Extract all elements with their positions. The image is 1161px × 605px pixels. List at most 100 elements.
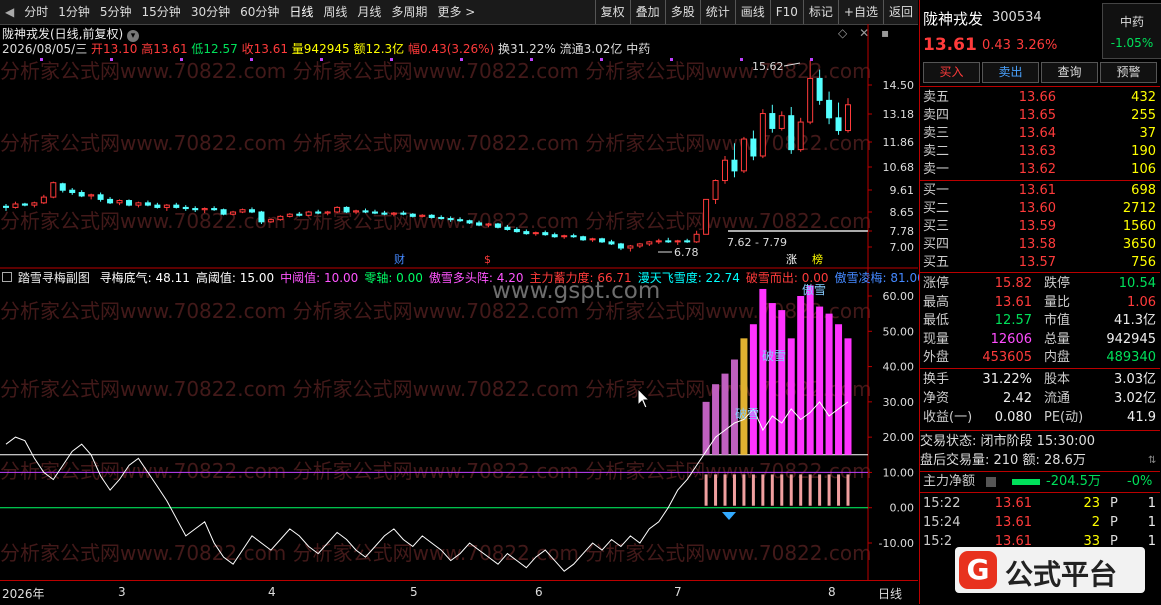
expand-icon[interactable]: ⇅ xyxy=(1148,455,1156,466)
candle-body xyxy=(353,210,360,213)
stat-row[interactable]: 换手 31.22% 股本 3.03亿 xyxy=(920,371,1160,389)
bid-row[interactable]: 买一 13.61 698 xyxy=(920,182,1160,200)
period-label[interactable]: 日线 xyxy=(878,585,902,602)
period-multi[interactable]: 多周期 xyxy=(386,0,432,24)
period-1min[interactable]: 1分钟 xyxy=(53,0,95,24)
indicator-item: 高阈值: 15.00 xyxy=(195,271,275,285)
indicator-name[interactable]: 踏雪寻梅副图 xyxy=(18,271,90,285)
x-axis: 2026年 3 4 5 6 7 8 日线 xyxy=(0,580,918,605)
kline-chart[interactable]: 分析家公式网www.70822.com 分析家公式网www.70822.com … xyxy=(0,24,918,580)
indicator-y-tick: 30.00 xyxy=(883,396,915,409)
candle-body xyxy=(267,219,274,223)
candle-body xyxy=(476,222,483,226)
ask-volume: 255 xyxy=(1131,108,1156,123)
bid-row[interactable]: 买五 13.57 756 xyxy=(920,254,1160,272)
tick-type: P xyxy=(1110,496,1118,511)
candle-body xyxy=(135,202,142,206)
x-label-7: 7 xyxy=(674,585,682,599)
signal-dot xyxy=(740,58,743,61)
period-more[interactable]: 更多 > xyxy=(432,0,480,24)
period-60min[interactable]: 60分钟 xyxy=(235,0,284,24)
watermark-text: 分析家公式网www.70822.com 分析家公式网www.70822.com … xyxy=(0,459,872,483)
tool-f10[interactable]: F10 xyxy=(769,0,803,24)
tick-row[interactable]: 15:22 13.61 23 P 1 xyxy=(920,495,1160,513)
stat-row[interactable]: 现量 12606 总量 942945 xyxy=(920,331,1160,349)
main-y-tick: 9.61 xyxy=(890,184,915,197)
bid-row[interactable]: 买二 13.60 2712 xyxy=(920,200,1160,218)
tool-mark[interactable]: 标记 xyxy=(802,0,838,24)
ask-volume: 432 xyxy=(1131,90,1156,105)
stat-row[interactable]: 外盘 453605 内盘 489340 xyxy=(920,349,1160,367)
candle-body xyxy=(485,223,492,226)
period-daily[interactable]: 日线 xyxy=(284,0,318,24)
stat-row[interactable]: 净资 2.42 流通 3.02亿 xyxy=(920,390,1160,408)
tool-multi[interactable]: 多股 xyxy=(664,0,700,24)
indicator-item: 傲雪凌梅: 81.00 xyxy=(834,271,925,285)
buy-button[interactable]: 买入 xyxy=(923,62,980,83)
toolbar-play-icon[interactable]: ◀ xyxy=(0,0,19,24)
oscillator-bar xyxy=(740,338,748,455)
stat-row[interactable]: 最高 13.61 量比 1.06 xyxy=(920,294,1160,312)
bid-label: 买四 xyxy=(923,237,950,252)
stat-value: 1.06 xyxy=(1127,294,1156,310)
ask-row[interactable]: 卖一 13.62 106 xyxy=(920,161,1160,179)
candle xyxy=(116,199,123,206)
sector-box[interactable]: 中药 -1.05% xyxy=(1102,3,1161,59)
period-fenshi[interactable]: 分时 xyxy=(19,0,53,24)
alert-button[interactable]: 预警 xyxy=(1100,62,1157,83)
ask-row[interactable]: 卖二 13.63 190 xyxy=(920,143,1160,161)
oscillator-bar xyxy=(721,373,729,455)
ask-row[interactable]: 卖四 13.65 255 xyxy=(920,107,1160,125)
period-30min[interactable]: 30分钟 xyxy=(186,0,235,24)
stat-value: 942945 xyxy=(1106,331,1156,347)
period-monthly[interactable]: 月线 xyxy=(352,0,386,24)
ask-row[interactable]: 卖三 13.64 37 xyxy=(920,125,1160,143)
period-weekly[interactable]: 周线 xyxy=(318,0,352,24)
candle-body xyxy=(740,138,747,172)
event-marker: 涨 xyxy=(786,253,797,266)
bid-row[interactable]: 买四 13.58 3650 xyxy=(920,236,1160,254)
after-hours: 盘后交易量: 210 额: 28.6万 xyxy=(920,453,1086,468)
candle-body xyxy=(230,211,237,215)
candle-body xyxy=(646,241,653,245)
stat-row[interactable]: 涨停 15.82 跌停 10.54 xyxy=(920,275,1160,293)
tool-back[interactable]: 返回 xyxy=(882,0,918,24)
stat-row[interactable]: 最低 12.57 市值 41.3亿 xyxy=(920,312,1160,330)
indicator-y-tick: 10.00 xyxy=(883,466,915,479)
indicator-pane: 破雪破雪傲雪 xyxy=(0,282,868,572)
candle xyxy=(684,238,691,243)
ask-row[interactable]: 卖五 13.66 432 xyxy=(920,89,1160,107)
sell-button[interactable]: 卖出 xyxy=(982,62,1039,83)
candle xyxy=(50,181,57,199)
candle xyxy=(31,201,38,208)
tool-overlay[interactable]: 叠加 xyxy=(629,0,665,24)
candle-body xyxy=(31,202,38,206)
candle-body xyxy=(192,208,199,211)
candle xyxy=(769,104,776,133)
tick-volume: 23 xyxy=(1083,496,1100,511)
candle xyxy=(343,206,350,214)
ask-label: 卖四 xyxy=(923,108,950,123)
candle-body xyxy=(154,204,161,208)
x-label-3: 3 xyxy=(118,585,126,599)
candle xyxy=(778,111,785,131)
indicator-square-icon[interactable] xyxy=(2,272,12,282)
tool-fuquan[interactable]: 复权 xyxy=(594,0,630,24)
candle-body xyxy=(334,206,341,213)
period-15min[interactable]: 15分钟 xyxy=(137,0,186,24)
ask-price: 13.64 xyxy=(1018,126,1056,141)
tool-stats[interactable]: 统计 xyxy=(699,0,735,24)
net-flow-label: 主力净额 xyxy=(923,474,976,489)
signal-dot xyxy=(390,58,393,61)
period-5min[interactable]: 5分钟 xyxy=(95,0,137,24)
stat-row[interactable]: 收益(一) 0.080 PE(动) 41.9 xyxy=(920,409,1160,427)
bid-row[interactable]: 买三 13.59 1560 xyxy=(920,218,1160,236)
tool-draw[interactable]: 画线 xyxy=(734,0,770,24)
query-button[interactable]: 查询 xyxy=(1041,62,1098,83)
candle-body xyxy=(220,209,227,215)
candle-body xyxy=(655,240,662,243)
tick-row[interactable]: 15:24 13.61 2 P 1 xyxy=(920,514,1160,532)
candle-body xyxy=(343,206,350,213)
tool-add-watchlist[interactable]: +自选 xyxy=(837,0,883,24)
event-marker: 财 xyxy=(394,252,405,266)
